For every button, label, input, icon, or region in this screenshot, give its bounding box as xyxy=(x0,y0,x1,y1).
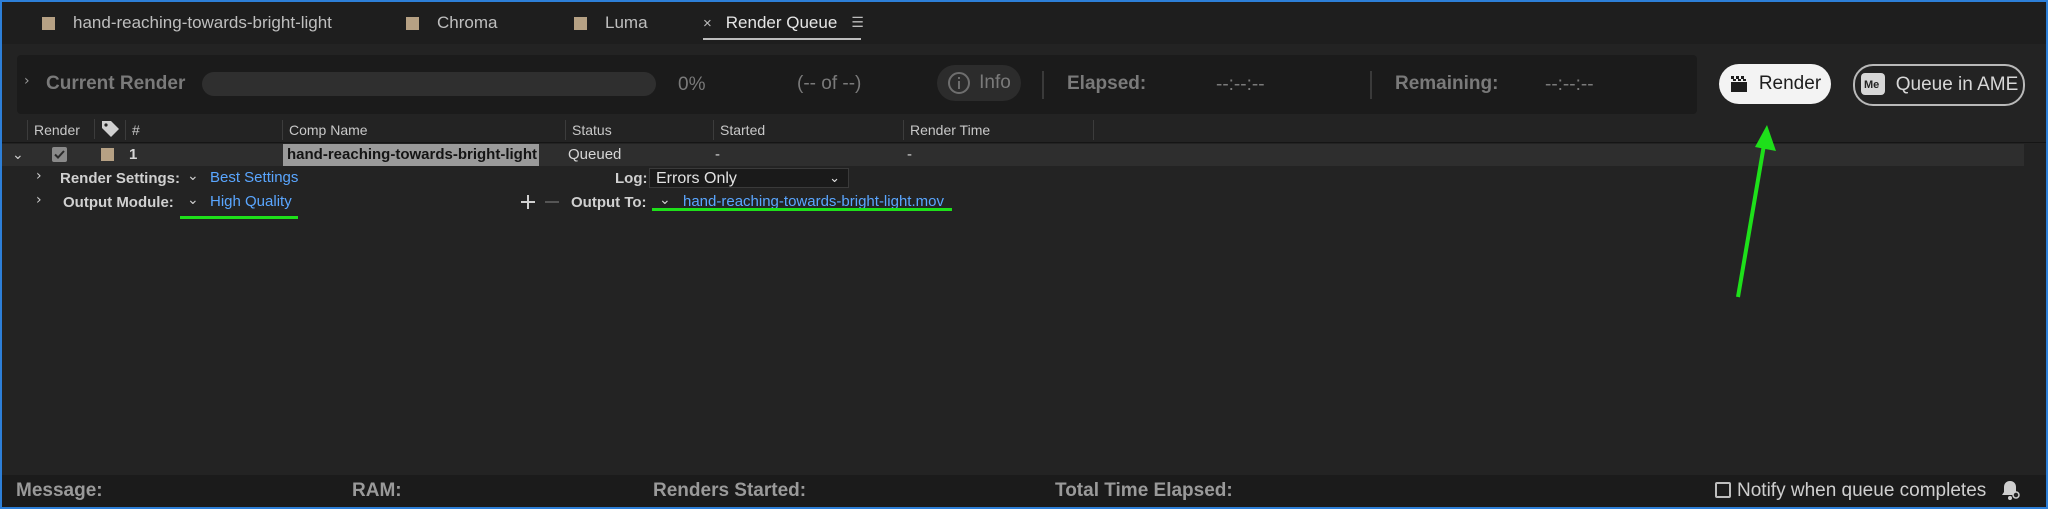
output-module-chevron-down-icon[interactable]: ⌄ xyxy=(187,192,199,208)
column-header-render[interactable]: Render xyxy=(27,120,94,140)
render-button[interactable]: Render xyxy=(1719,64,1831,104)
queue-in-ame-button[interactable]: Me Queue in AME xyxy=(1853,64,2025,106)
tab-render-queue-label: Render Queue xyxy=(725,13,838,32)
label-color-swatch[interactable] xyxy=(101,148,114,161)
column-header-label[interactable] xyxy=(94,119,123,139)
separator xyxy=(1370,71,1372,99)
annotation-underline xyxy=(180,216,298,219)
add-output-module-icon[interactable] xyxy=(518,192,538,212)
item-number: 1 xyxy=(129,146,138,163)
tab-render-queue[interactable]: × Render Queue ☰ xyxy=(703,12,864,34)
tab-close-icon[interactable]: × xyxy=(703,15,712,32)
tab-chroma-label: Chroma xyxy=(437,13,498,32)
progress-percent: 0% xyxy=(678,74,706,95)
item-render-time: - xyxy=(907,146,912,163)
expand-current-render-icon[interactable]: › xyxy=(24,73,30,89)
column-header-started[interactable]: Started xyxy=(713,120,904,140)
column-header-comp-name[interactable]: Comp Name xyxy=(282,120,564,140)
item-started: - xyxy=(715,146,720,163)
renders-started-label: Renders Started: xyxy=(653,480,807,501)
item-status: Queued xyxy=(568,146,622,163)
info-button[interactable]: Info xyxy=(937,65,1021,101)
current-render-title: Current Render xyxy=(46,73,186,94)
message-label: Message: xyxy=(16,480,103,501)
separator xyxy=(1042,71,1044,99)
annotation-arrow-icon xyxy=(1736,125,1776,298)
log-dropdown-value: Errors Only xyxy=(656,170,737,187)
tab-comp[interactable]: hand-reaching-towards-bright-light xyxy=(42,12,332,34)
info-label: Info xyxy=(979,72,1011,93)
comp-name-cell[interactable]: hand-reaching-towards-bright-light xyxy=(283,144,539,166)
elapsed-value: --:--:-- xyxy=(1216,74,1265,95)
tab-luma[interactable]: Luma xyxy=(574,12,648,34)
total-time-elapsed-label: Total Time Elapsed: xyxy=(1055,480,1233,501)
column-divider xyxy=(1093,120,1094,140)
output-to-chevron-down-icon[interactable]: ⌄ xyxy=(659,192,671,208)
info-icon xyxy=(948,72,971,94)
column-header-render-time[interactable]: Render Time xyxy=(903,120,1094,140)
render-settings-chevron-down-icon[interactable]: ⌄ xyxy=(187,168,199,184)
queue-in-ame-label: Queue in AME xyxy=(1895,74,2019,95)
render-settings-link[interactable]: Best Settings xyxy=(210,169,298,186)
media-encoder-icon: Me xyxy=(1860,73,1885,95)
luma-color-swatch-icon xyxy=(574,16,587,30)
tab-menu-icon[interactable]: ☰ xyxy=(851,15,864,31)
tab-luma-label: Luma xyxy=(605,13,648,32)
progress-count: (-- of --) xyxy=(797,73,862,94)
comp-color-swatch-icon xyxy=(42,16,55,30)
tab-comp-label: hand-reaching-towards-bright-light xyxy=(73,13,332,32)
checkmark-icon xyxy=(54,150,65,159)
svg-text:Me: Me xyxy=(1864,79,1879,91)
label-tag-icon xyxy=(102,121,119,137)
remove-output-module-icon[interactable] xyxy=(542,192,562,212)
annotation-underline xyxy=(652,208,952,211)
notify-label: Notify when queue completes xyxy=(1737,480,1987,501)
notification-settings-icon[interactable] xyxy=(1998,478,2022,502)
column-header-number[interactable]: # xyxy=(125,120,284,140)
row-expand-chevron-down-icon[interactable]: ⌄ xyxy=(12,144,24,166)
output-module-label: Output Module: xyxy=(63,194,174,211)
log-dropdown[interactable]: Errors Only ⌄ xyxy=(649,168,849,188)
chroma-color-swatch-icon xyxy=(406,16,419,30)
render-progress-bar xyxy=(202,72,656,96)
output-module-link[interactable]: High Quality xyxy=(210,193,292,210)
log-label: Log: xyxy=(615,170,648,187)
ram-label: RAM: xyxy=(352,480,402,501)
render-settings-label: Render Settings: xyxy=(60,170,181,187)
tab-chroma[interactable]: Chroma xyxy=(406,12,497,34)
notify-checkbox[interactable] xyxy=(1715,482,1731,498)
render-settings-expand-icon[interactable]: › xyxy=(36,168,42,184)
column-header-status[interactable]: Status xyxy=(565,120,712,140)
clapper-icon xyxy=(1730,76,1747,92)
render-button-label: Render xyxy=(1758,73,1822,94)
active-tab-indicator xyxy=(703,38,861,40)
elapsed-label: Elapsed: xyxy=(1067,73,1147,94)
output-module-expand-icon[interactable]: › xyxy=(36,192,42,208)
dropdown-chevron-down-icon: ⌄ xyxy=(829,171,840,186)
remaining-value: --:--:-- xyxy=(1545,74,1594,95)
remaining-label: Remaining: xyxy=(1395,73,1499,94)
render-checkbox[interactable] xyxy=(52,147,67,162)
output-to-label: Output To: xyxy=(571,194,647,211)
